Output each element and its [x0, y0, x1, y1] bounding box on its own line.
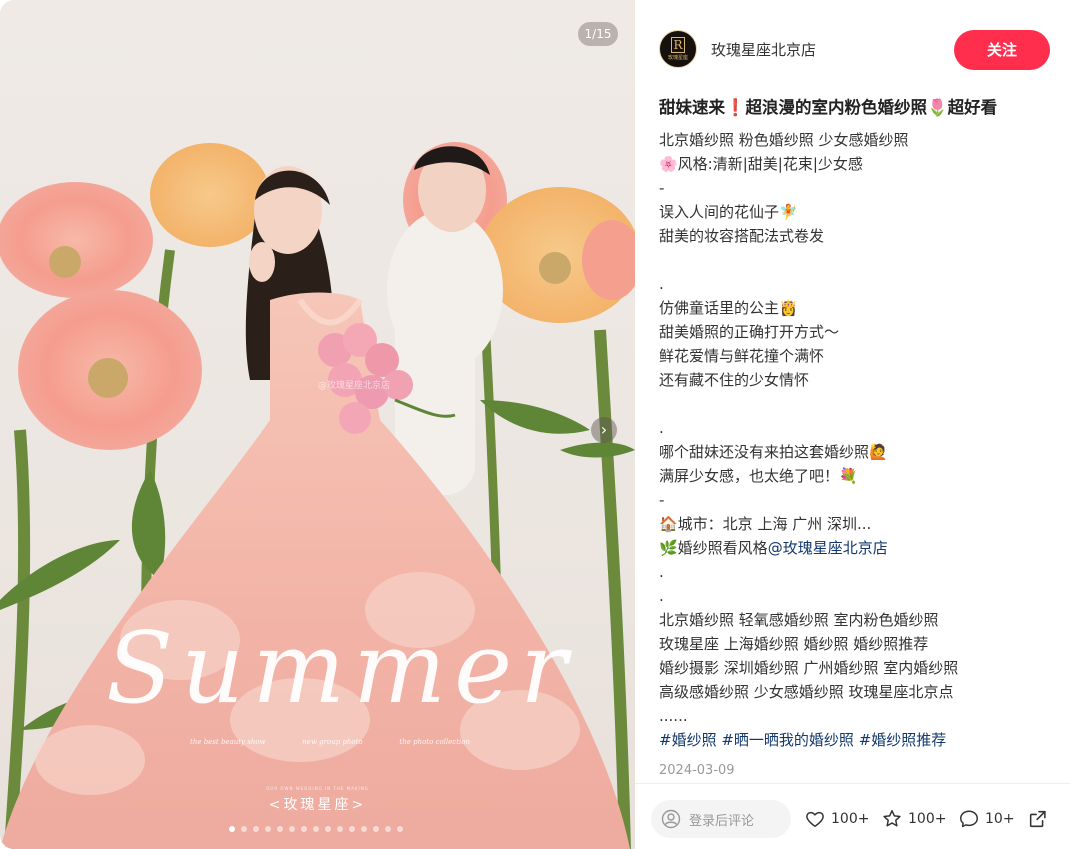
carousel-dot[interactable]	[277, 826, 283, 832]
desc-line: -	[659, 491, 665, 509]
note-content: 甜妹速来❗超浪漫的室内粉色婚纱照🌷超好看 北京婚纱照 粉色婚纱照 少女感婚纱照 🌸…	[659, 96, 1059, 752]
desc-line: 甜美婚照的正确打开方式～	[659, 323, 840, 341]
next-image-button[interactable]: ›	[591, 417, 617, 443]
user-icon	[661, 809, 681, 829]
desc-line: 甜美的妆容搭配法式卷发	[659, 227, 825, 245]
desc-line: .	[659, 275, 664, 293]
comment-count: 10+	[985, 811, 1015, 827]
desc-line: 玫瑰星座 上海婚纱照 婚纱照 婚纱照推荐	[659, 635, 929, 653]
author-mention-link[interactable]: @玫瑰星座北京店	[768, 539, 888, 557]
desc-line: 高级感婚纱照 少女感婚纱照 玫瑰星座北京点	[659, 683, 954, 701]
hashtag-link[interactable]: #晒一晒我的婚纱照	[721, 731, 854, 749]
hashtag-link[interactable]: #婚纱照	[659, 731, 717, 749]
carousel-dot[interactable]	[373, 826, 379, 832]
engagement-bar: 登录后评论 100+ 100+ 10+	[635, 783, 1070, 849]
hashtag-list: #婚纱照 #晒一晒我的婚纱照 #婚纱照推荐	[659, 728, 1059, 752]
desc-line: 鲜花爱情与鲜花撞个满怀	[659, 347, 825, 365]
desc-line: .	[659, 563, 664, 581]
desc-line: 仿佛童话里的公主👸	[659, 299, 798, 317]
carousel-dots	[229, 826, 403, 832]
carousel-dot[interactable]	[397, 826, 403, 832]
desc-line: .	[659, 587, 664, 605]
carousel-dot[interactable]	[361, 826, 367, 832]
avatar-logo-letter: R	[671, 37, 685, 53]
image-counter: 1/15	[578, 22, 618, 46]
avatar-logo-text: 玫瑰星座	[667, 55, 688, 61]
carousel-dot[interactable]	[337, 826, 343, 832]
follow-button[interactable]: 关注	[954, 30, 1050, 70]
comment-input[interactable]: 登录后评论	[651, 800, 791, 838]
carousel-dot[interactable]	[253, 826, 259, 832]
chevron-right-icon: ›	[600, 420, 608, 439]
photo-brand-mark: <玫瑰星座>	[268, 797, 367, 813]
credit-text: the photo collection	[399, 738, 470, 746]
note-title: 甜妹速来❗超浪漫的室内粉色婚纱照🌷超好看	[659, 98, 998, 117]
note-description: 北京婚纱照 粉色婚纱照 少女感婚纱照 🌸风格:清新|甜美|花束|少女感 - 误入人间的…	[659, 128, 1059, 536]
desc-line: 🌿婚纱照看风格@玫瑰星座北京店	[659, 536, 1059, 560]
desc-line: 满屏少女感，也太绝了吧！💐	[659, 467, 858, 485]
desc-line: 🌸风格:清新|甜美|花束|少女感	[659, 155, 863, 173]
carousel-dot[interactable]	[229, 826, 235, 832]
like-button[interactable]: 100+	[804, 808, 869, 830]
star-icon	[883, 810, 901, 827]
author-name[interactable]: 玫瑰星座北京店	[711, 39, 816, 60]
credit-text: new group photo	[302, 738, 363, 746]
desc-line: 误入人间的花仙子🧚	[659, 203, 798, 221]
note-detail-card: @玫瑰星座北京店 Summer the best beauty show new…	[0, 0, 1070, 849]
desc-line	[659, 248, 1059, 272]
heart-icon	[806, 811, 824, 828]
desc-line-text: 🌿婚纱照看风格	[659, 539, 768, 557]
desc-line: .	[659, 419, 664, 437]
carousel-dot[interactable]	[313, 826, 319, 832]
post-date: 2024-03-09	[659, 763, 735, 778]
photo-watermark: @玫瑰星座北京店	[318, 381, 391, 391]
like-count: 100+	[831, 811, 870, 827]
avatar[interactable]: R 玫瑰星座	[659, 30, 697, 68]
desc-line: 哪个甜妹还没有来拍这套婚纱照🙋	[659, 443, 888, 461]
photo-tagline: OUR OWN WEDDING IN THE MAKING	[266, 786, 369, 791]
hashtag-link[interactable]: #婚纱照推荐	[859, 731, 947, 749]
carousel-dot[interactable]	[325, 826, 331, 832]
carousel-dot[interactable]	[241, 826, 247, 832]
desc-line: 北京婚纱照 轻氧感婚纱照 室内粉色婚纱照	[659, 611, 939, 629]
note-description-continued: .. 北京婚纱照 轻氧感婚纱照 室内粉色婚纱照 玫瑰星座 上海婚纱照 婚纱照 婚纱照…	[659, 560, 1059, 728]
collect-button[interactable]: 100+	[881, 808, 946, 830]
desc-line	[659, 392, 1059, 416]
photo-carousel[interactable]: @玫瑰星座北京店 Summer the best beauty show new…	[0, 0, 635, 849]
desc-line: -	[659, 179, 665, 197]
comment-placeholder: 登录后评论	[689, 813, 755, 829]
carousel-dot[interactable]	[349, 826, 355, 832]
collect-count: 100+	[908, 811, 947, 827]
share-icon[interactable]	[1027, 808, 1049, 830]
desc-line: 北京婚纱照 粉色婚纱照 少女感婚纱照	[659, 131, 909, 149]
author-info: R 玫瑰星座 玫瑰星座北京店	[659, 30, 816, 68]
desc-line: 还有藏不住的少女情怀	[659, 371, 810, 389]
comment-button[interactable]: 10+	[958, 808, 1015, 830]
carousel-dot[interactable]	[385, 826, 391, 832]
desc-line: ......	[659, 707, 688, 725]
credit-text: the best beauty show	[190, 738, 266, 746]
summer-script-title: Summer	[106, 612, 575, 726]
carousel-dot[interactable]	[265, 826, 271, 832]
desc-line: 婚纱摄影 深圳婚纱照 广州婚纱照 室内婚纱照	[659, 659, 959, 677]
comment-bubble-icon	[960, 810, 978, 828]
photo-credits: the best beauty show new group photo the…	[190, 738, 470, 746]
carousel-dot[interactable]	[301, 826, 307, 832]
desc-line: 🏠城市：北京 上海 广州 深圳...	[659, 515, 872, 533]
carousel-dot[interactable]	[289, 826, 295, 832]
note-panel: R 玫瑰星座 玫瑰星座北京店 关注 甜妹速来❗超浪漫的室内粉色婚纱照🌷超好看 北…	[635, 0, 1070, 849]
